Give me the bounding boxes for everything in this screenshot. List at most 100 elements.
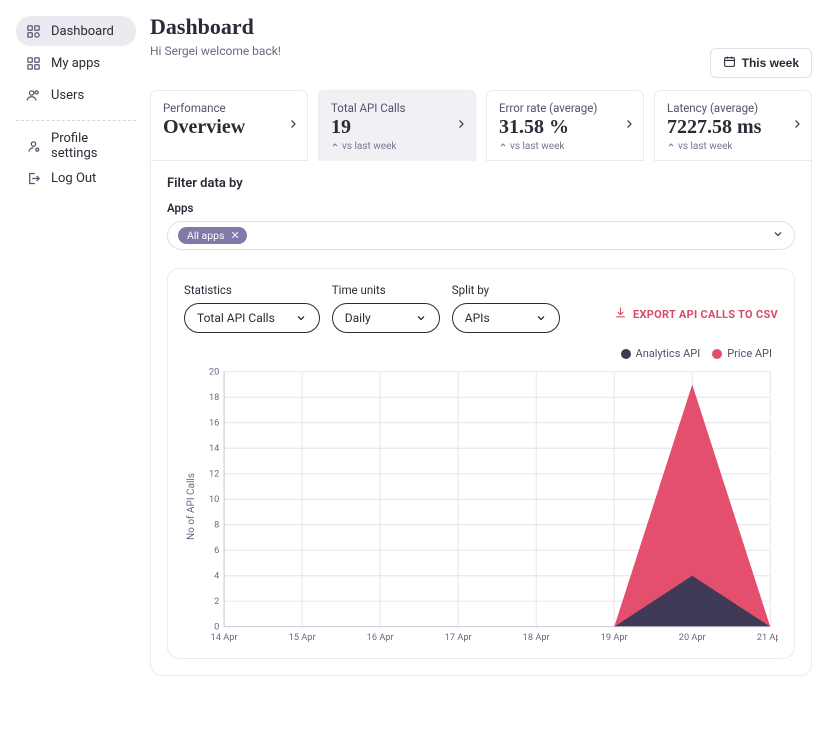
apps-icon [26, 56, 41, 71]
timeunits-label: Time units [332, 283, 440, 297]
svg-text:17 Apr: 17 Apr [445, 632, 472, 643]
timeunits-select[interactable]: Daily [332, 303, 440, 333]
svg-text:21 Apr: 21 Apr [757, 632, 778, 643]
svg-text:20 Apr: 20 Apr [679, 632, 706, 643]
stat-value: 31.58 % [499, 116, 631, 139]
svg-text:16 Apr: 16 Apr [367, 632, 394, 643]
statistics-value: Total API Calls [197, 311, 275, 325]
chart-legend: Analytics API Price API [184, 347, 778, 360]
svg-text:0: 0 [214, 622, 219, 633]
svg-text:18: 18 [209, 392, 219, 403]
statistics-select[interactable]: Total API Calls [184, 303, 320, 333]
svg-text:14 Apr: 14 Apr [211, 632, 238, 643]
svg-text:16: 16 [209, 418, 219, 429]
caret-up-icon [331, 141, 339, 152]
stat-label: Error rate (average) [499, 101, 631, 115]
stat-label: Perfomance [163, 101, 295, 115]
chart-panel: Statistics Total API Calls Time units Da… [167, 268, 795, 659]
chevron-down-icon [772, 228, 784, 244]
svg-text:19 Apr: 19 Apr [601, 632, 628, 643]
stat-card-error-rate[interactable]: Error rate (average) 31.58 % vs last wee… [486, 90, 644, 161]
legend-label: Price API [727, 347, 772, 360]
sidebar: Dashboard My apps Users Profile settings… [0, 0, 144, 746]
user-settings-icon [26, 139, 41, 154]
legend-item-analytics[interactable]: Analytics API [621, 347, 701, 360]
page-subtitle: Hi Sergei welcome back! [150, 44, 281, 58]
legend-item-price[interactable]: Price API [712, 347, 772, 360]
sidebar-item-label: Dashboard [51, 24, 114, 39]
svg-text:10: 10 [209, 494, 219, 505]
sidebar-item-label: Users [51, 88, 84, 103]
chip-remove-icon[interactable]: ✕ [230, 229, 239, 242]
stat-label: Latency (average) [667, 101, 799, 115]
sidebar-item-label: Profile settings [51, 131, 126, 161]
caret-up-icon [499, 141, 507, 152]
stat-delta-text: vs last week [510, 141, 564, 152]
stat-card-total-api-calls[interactable]: Total API Calls 19 vs last week [318, 90, 476, 161]
stat-card-latency[interactable]: Latency (average) 7227.58 ms vs last wee… [654, 90, 812, 161]
legend-dot [621, 349, 631, 359]
date-range-label: This week [742, 56, 799, 70]
sidebar-item-logout[interactable]: Log Out [16, 163, 136, 193]
stat-delta-text: vs last week [678, 141, 732, 152]
chevron-down-icon [415, 312, 427, 324]
logout-icon [26, 171, 41, 186]
stat-delta: vs last week [667, 141, 799, 152]
apps-multiselect[interactable]: All apps ✕ [167, 221, 795, 250]
caret-up-icon [667, 141, 675, 152]
export-label: EXPORT API CALLS TO CSV [633, 308, 778, 321]
api-calls-chart: 0246810121416182014 Apr15 Apr16 Apr17 Ap… [197, 366, 778, 646]
stats-row: Perfomance Overview Total API Calls 19 v… [150, 90, 812, 161]
stat-card-performance[interactable]: Perfomance Overview [150, 90, 308, 161]
main-content: Dashboard Hi Sergei welcome back! This w… [144, 0, 824, 746]
splitby-label: Split by [452, 283, 560, 297]
stat-delta: vs last week [499, 141, 631, 152]
chevron-down-icon [535, 312, 547, 324]
sidebar-divider [16, 120, 136, 121]
svg-text:15 Apr: 15 Apr [289, 632, 316, 643]
filter-title: Filter data by [167, 176, 795, 191]
chip-label: All apps [187, 229, 224, 242]
stat-label: Total API Calls [331, 101, 463, 115]
svg-text:20: 20 [209, 367, 219, 378]
chevron-down-icon [295, 312, 307, 324]
svg-text:6: 6 [214, 545, 219, 556]
stat-value: 7227.58 ms [667, 116, 799, 139]
svg-text:18 Apr: 18 Apr [523, 632, 550, 643]
grid-icon [26, 24, 41, 39]
legend-label: Analytics API [636, 347, 701, 360]
legend-dot [712, 349, 722, 359]
sidebar-item-label: My apps [51, 56, 100, 71]
splitby-select[interactable]: APIs [452, 303, 560, 333]
sidebar-item-profile-settings[interactable]: Profile settings [16, 131, 136, 161]
chevron-right-icon [287, 118, 299, 134]
timeunits-value: Daily [345, 311, 371, 325]
page-title: Dashboard [150, 14, 281, 40]
sidebar-item-dashboard[interactable]: Dashboard [16, 16, 136, 46]
chart-ylabel: No of API Calls [184, 473, 197, 540]
filter-apps-label: Apps [167, 201, 795, 215]
calendar-icon [723, 55, 736, 71]
svg-text:2: 2 [214, 596, 219, 607]
sidebar-item-users[interactable]: Users [16, 80, 136, 110]
sidebar-item-label: Log Out [51, 171, 96, 186]
stat-value: Overview [163, 116, 295, 139]
stat-delta-text: vs last week [342, 141, 396, 152]
chip-all-apps[interactable]: All apps ✕ [178, 227, 247, 244]
export-csv-link[interactable]: EXPORT API CALLS TO CSV [614, 306, 778, 322]
stat-value: 19 [331, 116, 463, 139]
sidebar-item-myapps[interactable]: My apps [16, 48, 136, 78]
stat-delta: vs last week [331, 141, 463, 152]
chevron-right-icon [623, 118, 635, 134]
date-range-button[interactable]: This week [710, 48, 812, 78]
download-icon [614, 306, 627, 322]
splitby-value: APIs [465, 311, 490, 325]
svg-text:14: 14 [209, 443, 219, 454]
filter-panel: Filter data by Apps All apps ✕ Statistic… [150, 160, 812, 676]
statistics-label: Statistics [184, 283, 320, 297]
chevron-right-icon [791, 118, 803, 134]
svg-text:4: 4 [214, 571, 219, 582]
chevron-right-icon [455, 118, 467, 134]
users-icon [26, 88, 41, 103]
svg-text:12: 12 [209, 469, 219, 480]
